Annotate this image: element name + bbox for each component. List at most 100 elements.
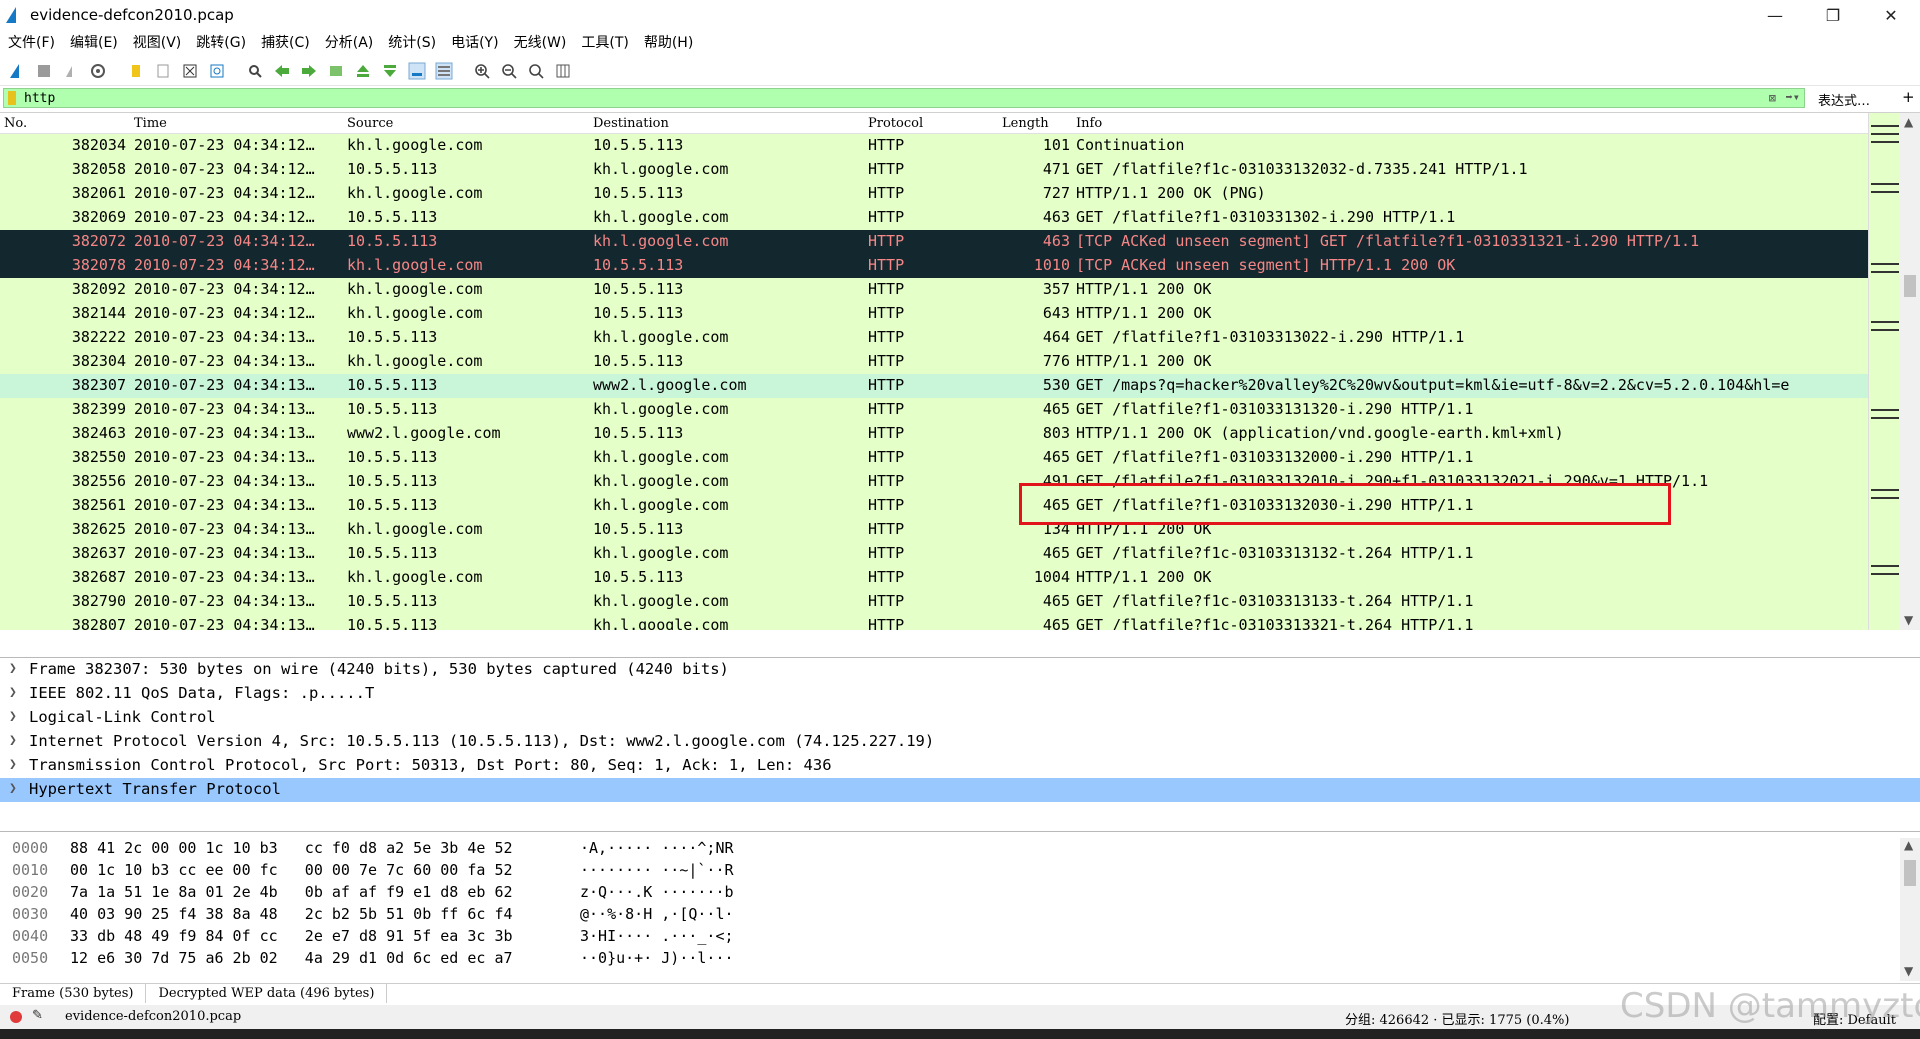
expert-info-icon[interactable] (10, 1011, 22, 1023)
menu-item[interactable]: 视图(V) (133, 32, 182, 52)
go-last-icon[interactable] (379, 60, 401, 82)
zoom-out-icon[interactable] (498, 60, 520, 82)
packet-row[interactable]: 382069 2010-07-23 04:34:12… 10.5.5.113 kh.l… (0, 206, 1868, 230)
go-first-icon[interactable] (352, 60, 374, 82)
packet-row[interactable]: 382463 2010-07-23 04:34:13… www2.l.google.… (0, 422, 1868, 446)
scroll-up-icon[interactable]: ▲ (1904, 115, 1913, 129)
expand-chevron-icon[interactable]: ❯ (9, 661, 17, 676)
column-header-source[interactable]: Source (347, 116, 393, 131)
go-forward-icon[interactable] (298, 60, 320, 82)
menu-item[interactable]: 无线(W) (514, 32, 567, 52)
add-filter-button[interactable]: + (1902, 88, 1915, 106)
expand-chevron-icon[interactable]: ❯ (9, 733, 17, 748)
scroll-down-icon[interactable]: ▼ (1904, 613, 1913, 627)
detail-tree-item[interactable]: ❯ Frame 382307: 530 bytes on wire (4240 b… (0, 658, 1920, 682)
bytes-row[interactable]: 0040 33 db 48 49 f9 84 0f cc 2e e7 d8 91 … (0, 926, 1920, 948)
packet-row[interactable]: 382072 2010-07-23 04:34:12… 10.5.5.113 kh.l… (0, 230, 1868, 254)
tab-frame-bytes[interactable]: Frame (530 bytes) (0, 984, 147, 1003)
start-capture-icon[interactable] (6, 60, 28, 82)
packet-row[interactable]: 382807 2010-07-23 04:34:13… 10.5.5.113 kh.l… (0, 614, 1868, 630)
go-back-icon[interactable] (271, 60, 293, 82)
packet-row[interactable]: 382550 2010-07-23 04:34:13… 10.5.5.113 kh.l… (0, 446, 1868, 470)
packet-row[interactable]: 382092 2010-07-23 04:34:12… kh.l.google.co… (0, 278, 1868, 302)
bookmark-icon[interactable] (8, 91, 16, 105)
packet-row[interactable]: 382222 2010-07-23 04:34:13… 10.5.5.113 kh.l… (0, 326, 1868, 350)
save-file-icon[interactable] (152, 60, 174, 82)
packet-row[interactable]: 382304 2010-07-23 04:34:13… kh.l.google.co… (0, 350, 1868, 374)
bytes-row[interactable]: 0000 88 41 2c 00 00 1c 10 b3 cc f0 d8 a2 … (0, 838, 1920, 860)
column-header-destination[interactable]: Destination (593, 116, 669, 131)
close-file-icon[interactable] (179, 60, 201, 82)
detail-tree-item[interactable]: ❯ IEEE 802.11 QoS Data, Flags: .p.....T (0, 682, 1920, 706)
menu-item[interactable]: 文件(F) (8, 32, 55, 52)
vscroll-thumb[interactable] (1904, 275, 1916, 297)
column-header-length[interactable]: Length (1002, 116, 1049, 131)
go-to-packet-icon[interactable] (325, 60, 347, 82)
status-profile[interactable]: 配置: Default (1813, 1009, 1896, 1028)
packet-row[interactable]: 382399 2010-07-23 04:34:13… 10.5.5.113 kh.l… (0, 398, 1868, 422)
zoom-in-icon[interactable] (471, 60, 493, 82)
clear-filter-icon[interactable]: ⊠ (1769, 91, 1776, 105)
display-filter-input[interactable]: http ⊠ ➡▾ (3, 88, 1805, 108)
bytes-vscroll[interactable]: ▲ ▼ (1900, 838, 1920, 981)
column-header-time[interactable]: Time (134, 116, 167, 131)
bytes-row[interactable]: 0030 40 03 90 25 f4 38 8a 48 2c b2 5b 51 … (0, 904, 1920, 926)
bytes-vscroll-thumb[interactable] (1904, 860, 1916, 886)
bytes-row[interactable]: 0010 00 1c 10 b3 cc ee 00 fc 00 00 7e 7c … (0, 860, 1920, 882)
autoscroll-icon[interactable] (406, 60, 428, 82)
menu-item[interactable]: 工具(T) (581, 32, 628, 52)
bytes-row[interactable]: 0050 12 e6 30 7d 75 a6 2b 02 4a 29 d1 0d … (0, 948, 1920, 970)
menu-item[interactable]: 捕获(C) (261, 32, 310, 52)
bytes-scroll-down-icon[interactable]: ▼ (1904, 964, 1913, 978)
packet-list-vscroll[interactable]: ▲ ▼ (1900, 113, 1920, 630)
packet-minimap[interactable] (1868, 113, 1900, 630)
maximize-button[interactable]: ❐ (1804, 0, 1862, 30)
packet-row[interactable]: 382790 2010-07-23 04:34:13… 10.5.5.113 kh.l… (0, 590, 1868, 614)
menu-item[interactable]: 电话(Y) (451, 32, 498, 52)
detail-tree-item[interactable]: ❯ Internet Protocol Version 4, Src: 10.5.… (0, 730, 1920, 754)
packet-row[interactable]: 382034 2010-07-23 04:34:12… kh.l.google.co… (0, 134, 1868, 158)
menu-item[interactable]: 跳转(G) (196, 32, 246, 52)
detail-tree-item[interactable]: ❯ Logical-Link Control (0, 706, 1920, 730)
colorize-icon[interactable] (433, 60, 455, 82)
open-file-icon[interactable] (125, 60, 147, 82)
packet-row[interactable]: 382061 2010-07-23 04:34:12… kh.l.google.co… (0, 182, 1868, 206)
detail-tree-item[interactable]: ❯ Transmission Control Protocol, Src Port… (0, 754, 1920, 778)
zoom-normal-icon[interactable] (525, 60, 547, 82)
edit-comment-icon[interactable]: ✎ (32, 1008, 43, 1023)
close-button[interactable]: ✕ (1862, 0, 1920, 30)
packet-row[interactable]: 382561 2010-07-23 04:34:13… 10.5.5.113 kh.l… (0, 494, 1868, 518)
packet-row[interactable]: 382625 2010-07-23 04:34:13… kh.l.google.co… (0, 518, 1868, 542)
packet-row[interactable]: 382058 2010-07-23 04:34:12… 10.5.5.113 kh.l… (0, 158, 1868, 182)
restart-capture-icon[interactable] (60, 60, 82, 82)
packet-row[interactable]: 382078 2010-07-23 04:34:12… kh.l.google.co… (0, 254, 1868, 278)
menu-item[interactable]: 编辑(E) (70, 32, 118, 52)
find-packet-icon[interactable] (244, 60, 266, 82)
column-header-protocol[interactable]: Protocol (868, 116, 923, 131)
stop-capture-icon[interactable] (33, 60, 55, 82)
packet-row[interactable]: 382637 2010-07-23 04:34:13… 10.5.5.113 kh.l… (0, 542, 1868, 566)
menu-item[interactable]: 分析(A) (325, 32, 374, 52)
packet-row[interactable]: 382307 2010-07-23 04:34:13… 10.5.5.113 www2… (0, 374, 1868, 398)
bytes-row[interactable]: 0020 7a 1a 51 1e 8a 01 2e 4b 0b af af f9 … (0, 882, 1920, 904)
menu-item[interactable]: 帮助(H) (644, 32, 693, 52)
tab-decrypted-wep[interactable]: Decrypted WEP data (496 bytes) (146, 984, 388, 1003)
expand-chevron-icon[interactable]: ❯ (9, 781, 17, 796)
bytes-scroll-up-icon[interactable]: ▲ (1904, 838, 1913, 852)
packet-row[interactable]: 382556 2010-07-23 04:34:13… 10.5.5.113 kh.l… (0, 470, 1868, 494)
column-header-info[interactable]: Info (1076, 116, 1102, 131)
packet-row[interactable]: 382687 2010-07-23 04:34:13… kh.l.google.co… (0, 566, 1868, 590)
column-header-no[interactable]: No. (4, 116, 27, 131)
expand-chevron-icon[interactable]: ❯ (9, 709, 17, 724)
minimize-button[interactable]: — (1746, 0, 1804, 30)
capture-options-icon[interactable] (87, 60, 109, 82)
expand-chevron-icon[interactable]: ❯ (9, 757, 17, 772)
detail-tree-item[interactable]: ❯ Hypertext Transfer Protocol (0, 778, 1920, 802)
expand-chevron-icon[interactable]: ❯ (9, 685, 17, 700)
packet-row[interactable]: 382144 2010-07-23 04:34:12… kh.l.google.co… (0, 302, 1868, 326)
resize-columns-icon[interactable] (552, 60, 574, 82)
menu-item[interactable]: 统计(S) (388, 32, 436, 52)
apply-filter-icon[interactable]: ➡▾ (1786, 90, 1800, 104)
reload-file-icon[interactable] (206, 60, 228, 82)
expression-button[interactable]: 表达式… (1818, 90, 1870, 109)
